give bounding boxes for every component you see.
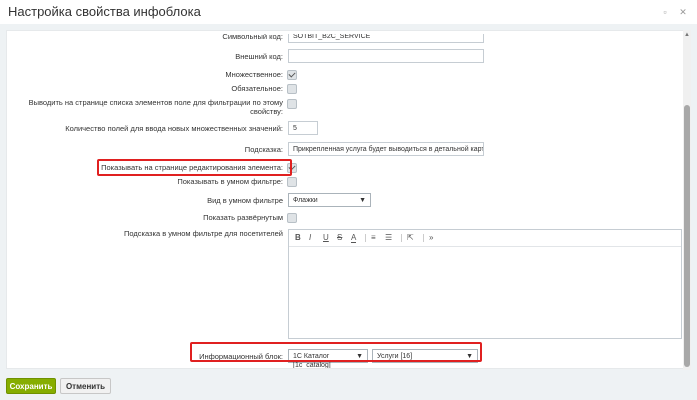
dialog-footer: Сохранить Отменить xyxy=(0,372,697,400)
multiple-label: Множественное: xyxy=(225,70,283,79)
smart-hint-editor[interactable]: B I U S A ≡ ☰ ⇱ » xyxy=(288,229,682,339)
strikethrough-icon[interactable]: S xyxy=(337,233,342,242)
smart-view-value: Флажки xyxy=(293,197,318,204)
scroll-up-icon[interactable]: ▲ xyxy=(683,32,691,38)
ext-code-input[interactable] xyxy=(288,49,484,63)
property-form: Символьный код: SOTBIT_B2C_SERVICE Внешн… xyxy=(6,30,684,369)
save-button[interactable]: Сохранить xyxy=(6,378,56,394)
filter-label: Выводить на странице списка элементов по… xyxy=(28,98,283,116)
dialog-title: Настройка свойства инфоблока xyxy=(8,4,201,19)
minimize-icon[interactable]: ▫ xyxy=(660,7,670,17)
more-icon[interactable]: » xyxy=(429,233,433,242)
required-checkbox[interactable] xyxy=(287,84,297,94)
multi-count-input[interactable]: 5 xyxy=(288,121,318,135)
multiple-checkbox[interactable] xyxy=(287,70,297,80)
ordered-list-icon[interactable]: ≡ xyxy=(371,233,376,242)
ext-code-label: Внешний код: xyxy=(235,52,283,61)
cancel-button[interactable]: Отменить xyxy=(60,378,111,394)
expanded-label: Показать развёрнутым xyxy=(203,213,283,222)
scrollbar-thumb[interactable] xyxy=(684,105,690,367)
hint-label: Подсказка: xyxy=(244,145,283,154)
smart-view-select[interactable]: Флажки ▼ xyxy=(288,193,371,207)
highlight-show-edit xyxy=(97,159,292,176)
text-color-icon[interactable]: A xyxy=(351,233,357,243)
dialog-titlebar: Настройка свойства инфоблока ▫ ✕ xyxy=(0,0,697,24)
smart-hint-label: Подсказка в умном фильтре для посетителе… xyxy=(124,229,283,238)
smart-filter-checkbox[interactable] xyxy=(287,177,297,187)
close-icon[interactable]: ✕ xyxy=(678,7,688,17)
required-label: Обязательное: xyxy=(231,84,283,93)
smart-filter-label: Показывать в умном фильтре: xyxy=(177,177,283,186)
editor-toolbar: B I U S A ≡ ☰ ⇱ » xyxy=(289,230,681,247)
bold-icon[interactable]: B xyxy=(295,233,301,242)
link-icon[interactable]: ⇱ xyxy=(407,233,414,242)
smart-view-label: Вид в умном фильтре xyxy=(207,196,283,205)
content-scrollbar[interactable]: ▲ xyxy=(683,30,691,370)
expanded-checkbox[interactable] xyxy=(287,213,297,223)
filter-checkbox[interactable] xyxy=(287,99,297,109)
multi-count-label: Количество полей для ввода новых множест… xyxy=(65,124,283,133)
unordered-list-icon[interactable]: ☰ xyxy=(385,233,392,242)
hint-input[interactable]: Прикрепленная услуга будет выводиться в … xyxy=(288,142,484,156)
italic-icon[interactable]: I xyxy=(309,233,311,242)
underline-icon[interactable]: U xyxy=(323,233,329,242)
chevron-down-icon: ▼ xyxy=(359,197,366,204)
highlight-iblock xyxy=(190,342,482,362)
